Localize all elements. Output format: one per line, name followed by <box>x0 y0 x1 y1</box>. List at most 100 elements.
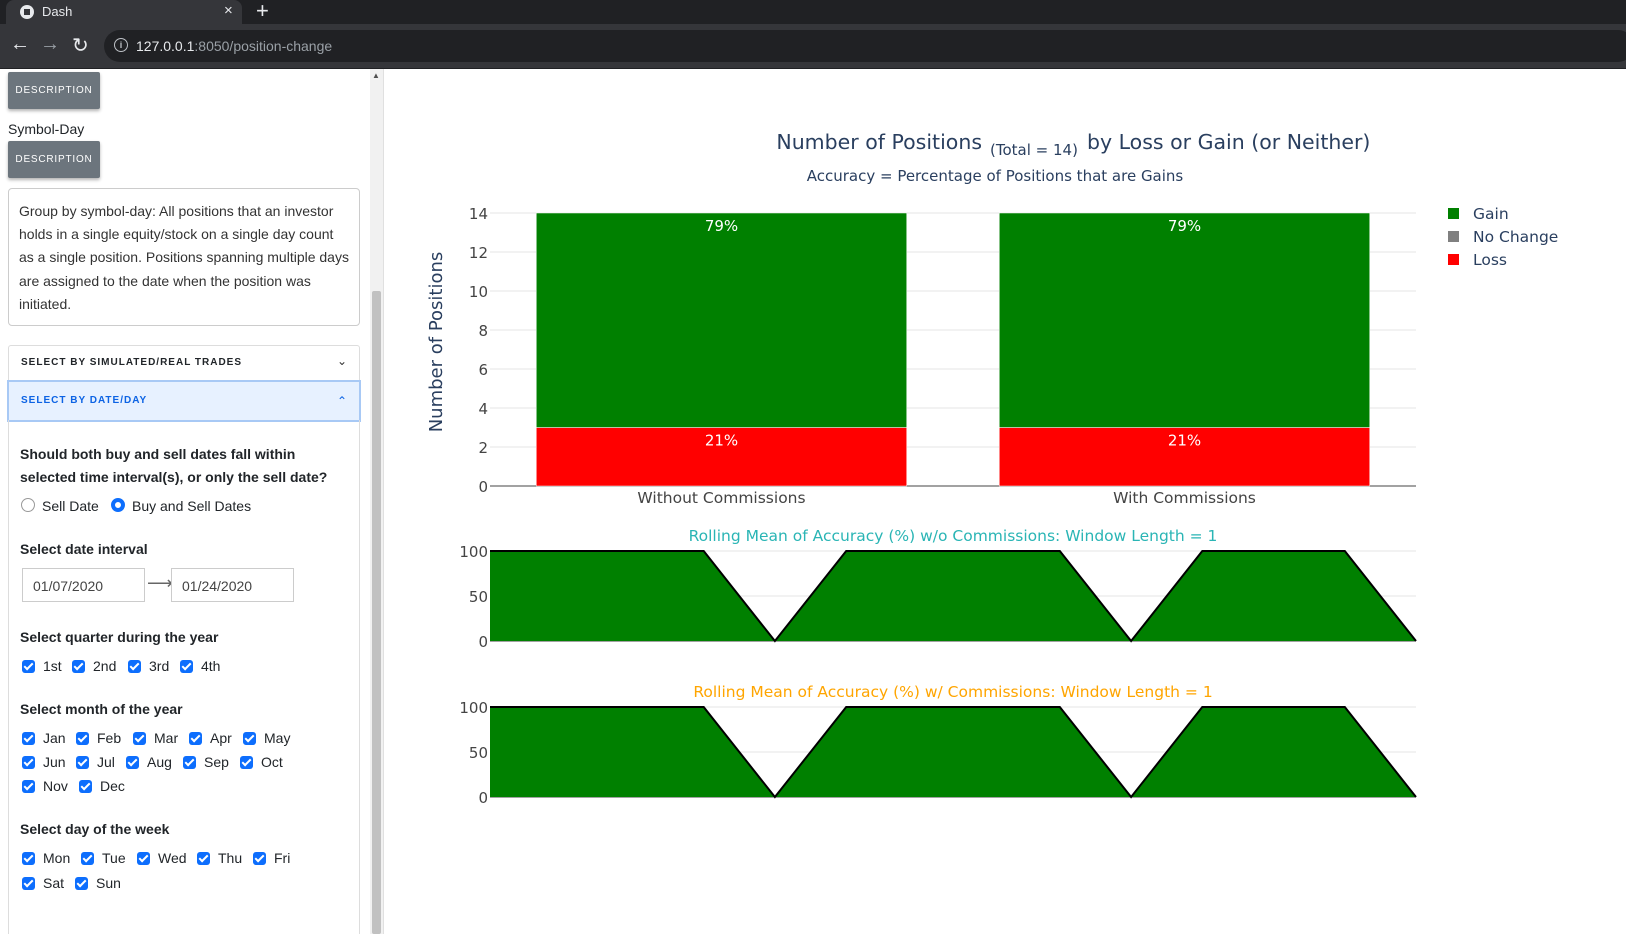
month-checkbox-feb[interactable] <box>76 732 89 745</box>
chevron-up-icon: ⌃ <box>336 394 347 408</box>
bar-chart-subtitle: Accuracy = Percentage of Positions that … <box>807 167 1184 185</box>
bar-gain <box>536 212 907 428</box>
bar-ytick-label: 8 <box>478 322 488 340</box>
month-checkbox-aug[interactable] <box>126 756 139 769</box>
url-host: 127.0.0.1 <box>136 38 195 54</box>
area-fill <box>490 551 1416 641</box>
start-date-input[interactable]: 01/07/2020 <box>22 568 145 602</box>
month-checkbox-sep[interactable] <box>183 756 196 769</box>
forward-arrow-icon[interactable]: → <box>40 33 60 56</box>
date-interval-label: Select date interval <box>20 541 148 557</box>
month-checkbox-oct[interactable] <box>240 756 253 769</box>
quarter-checkbox-3rd[interactable] <box>128 660 141 673</box>
month-checkbox-label: Jul <box>97 754 115 770</box>
bar-ytick-label: 4 <box>478 400 488 418</box>
sidebar-scrollbar[interactable]: ▲ <box>370 69 384 934</box>
weekday-checkbox-wed[interactable] <box>137 852 150 865</box>
description-text: Group by symbol-day: All positions that … <box>19 203 349 312</box>
charts-svg: 0 2 4 6 8 10 12 14 Number of Positions (Total = 1… <box>426 130 1558 807</box>
month-checkbox-label: Mar <box>154 730 179 746</box>
accordion-date-day[interactable]: SELECT BY DATE/DAY ⌃ <box>7 380 361 422</box>
scroll-up-arrow-icon[interactable]: ▲ <box>372 71 380 80</box>
browser-tab[interactable]: Dash × <box>6 0 242 24</box>
legend-label: Loss <box>1473 251 1507 269</box>
month-checkbox-label: Jun <box>43 754 66 770</box>
address-bar[interactable]: i 127.0.0.1:8050/position-change <box>104 30 1626 62</box>
radio-buy-and-sell-dates-label: Buy and Sell Dates <box>132 498 252 514</box>
legend-label: Gain <box>1473 205 1509 223</box>
weekday-checkbox-thu[interactable] <box>197 852 210 865</box>
radio-sell-date[interactable] <box>21 498 35 512</box>
quarter-checkbox-label: 4th <box>201 658 221 674</box>
end-date-input[interactable]: 01/24/2020 <box>171 568 294 602</box>
chevron-down-icon: ⌄ <box>336 354 347 368</box>
legend-swatch-loss <box>1448 254 1459 265</box>
weekday-checkbox-mon[interactable] <box>22 852 35 865</box>
description-card: Group by symbol-day: All positions that … <box>8 188 360 326</box>
weekday-checkbox-sat[interactable] <box>22 877 35 890</box>
url-text: 127.0.0.1:8050/position-change <box>136 38 332 54</box>
quarter-checkbox-2nd[interactable] <box>72 660 85 673</box>
chart-area: 0 2 4 6 8 10 12 14 Number of Positions (Total = 1… <box>384 69 1626 934</box>
radio-sell-date-label: Sell Date <box>42 498 99 514</box>
accordion-simulated-real[interactable]: SELECT BY SIMULATED/REAL TRADES ⌄ <box>8 345 360 381</box>
accordion-simulated-real-label: SELECT BY SIMULATED/REAL TRADES <box>21 357 243 368</box>
scrollbar-thumb[interactable] <box>372 291 381 934</box>
description-button-top[interactable]: DESCRIPTION <box>8 72 100 109</box>
month-checkbox-label: Apr <box>210 730 232 746</box>
area-chart-title: Rolling Mean of Accuracy (%) w/o Commiss… <box>689 527 1218 545</box>
bar-data-label: 21% <box>705 432 738 450</box>
bar-chart-title: Number of Positions <box>776 130 982 154</box>
month-checkbox-jun[interactable] <box>22 756 35 769</box>
month-checkbox-apr[interactable] <box>189 732 202 745</box>
weekday-checkbox-label: Sat <box>43 875 65 891</box>
bar-ytick-label: 2 <box>478 439 488 457</box>
quarter-checkbox-label: 1st <box>43 658 62 674</box>
bar-category-label: With Commissions <box>1113 489 1256 507</box>
quarter-checkbox-1st[interactable] <box>22 660 35 673</box>
close-tab-icon[interactable]: × <box>224 2 233 19</box>
weekday-checkbox-label: Sun <box>96 875 121 891</box>
month-checkbox-mar[interactable] <box>133 732 146 745</box>
area-ytick-label: 0 <box>478 789 488 807</box>
weekday-checkbox-fri[interactable] <box>253 852 266 865</box>
new-tab-icon[interactable]: + <box>256 0 269 24</box>
bar-data-label: 79% <box>1168 217 1201 235</box>
reload-icon[interactable]: ↻ <box>72 33 89 58</box>
bar-chart-ylabel: Number of Positions <box>426 252 447 433</box>
date-fall-question: Should both buy and sell dates fall with… <box>20 446 328 485</box>
month-checkbox-nov[interactable] <box>22 780 35 793</box>
area-fill <box>490 707 1416 797</box>
radio-buy-and-sell-dates[interactable] <box>111 498 125 512</box>
area-ytick-label: 0 <box>478 633 488 651</box>
bar-ytick-label: 6 <box>478 361 488 379</box>
area-ytick-label: 50 <box>469 588 488 606</box>
bar-ytick-label: 0 <box>478 478 488 496</box>
bar-chart-title-suffix: by Loss or Gain (or Neither) <box>1087 130 1370 154</box>
weekday-checkbox-tue[interactable] <box>81 852 94 865</box>
area-chart-title: Rolling Mean of Accuracy (%) w/ Commissi… <box>693 683 1212 701</box>
quarter-checkbox-4th[interactable] <box>180 660 193 673</box>
month-checkbox-dec[interactable] <box>79 780 92 793</box>
back-arrow-icon[interactable]: ← <box>10 33 30 56</box>
weekday-label: Select day of the week <box>20 821 170 837</box>
url-path: :8050/position-change <box>194 38 333 54</box>
month-checkbox-label: Nov <box>43 778 68 794</box>
bar-data-label: 21% <box>1168 432 1201 450</box>
quarter-label: Select quarter during the year <box>20 629 219 645</box>
dash-favicon-icon <box>20 5 34 19</box>
month-checkbox-jul[interactable] <box>76 756 89 769</box>
weekday-checkbox-sun[interactable] <box>75 877 88 890</box>
area-ytick-label: 100 <box>459 699 488 717</box>
description-button[interactable]: DESCRIPTION <box>8 141 100 178</box>
browser-tab-bar: Dash × + <box>0 0 1626 24</box>
info-icon[interactable]: i <box>114 38 128 52</box>
month-checkbox-jan[interactable] <box>22 732 35 745</box>
month-checkbox-may[interactable] <box>243 732 256 745</box>
area-ytick-label: 50 <box>469 744 488 762</box>
area-ytick-label: 100 <box>459 543 488 561</box>
tab-title: Dash <box>42 4 73 19</box>
month-checkbox-label: Sep <box>204 754 229 770</box>
bar-gain <box>999 212 1370 428</box>
weekday-checkbox-label: Fri <box>274 850 291 866</box>
